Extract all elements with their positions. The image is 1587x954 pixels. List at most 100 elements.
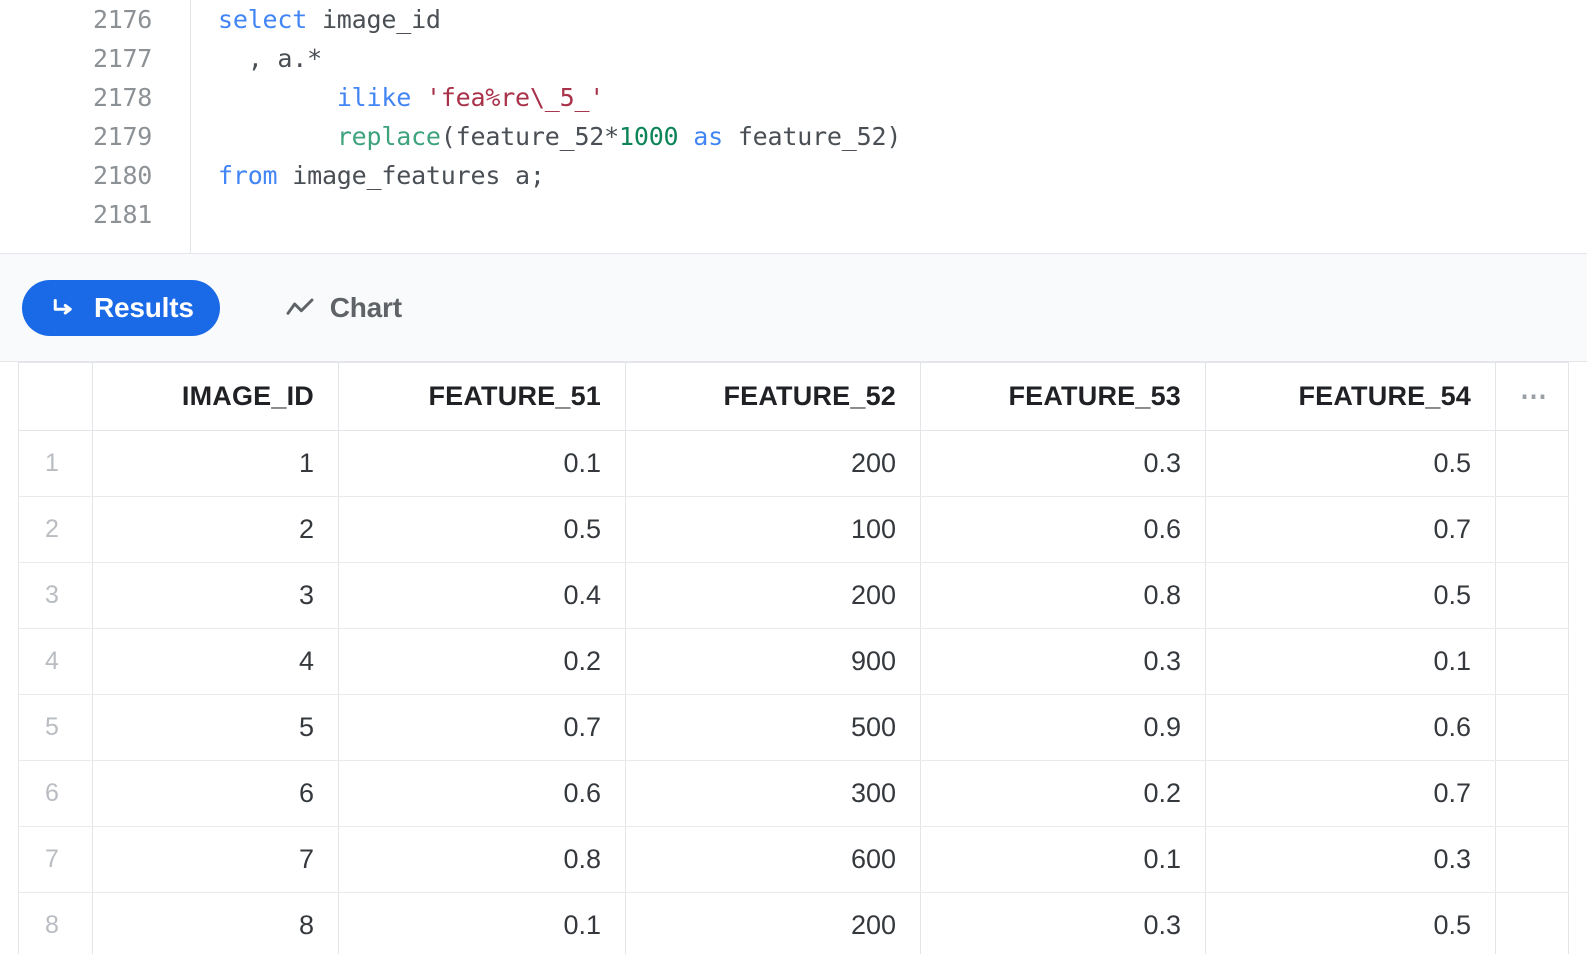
row-number-cell: 7	[18, 826, 93, 893]
code-line[interactable]: , a.*	[192, 39, 1587, 78]
cell-image_id[interactable]: 6	[92, 760, 339, 827]
cell-image_id[interactable]: 1	[92, 430, 339, 497]
column-header-feature_54[interactable]: FEATURE_54	[1205, 362, 1496, 431]
cell-image_id[interactable]: 8	[92, 892, 339, 954]
code-line[interactable]: from image_features a;	[192, 156, 1587, 195]
code-line[interactable]: ilike 'fea%re\_5_'	[192, 78, 1587, 117]
table-row[interactable]: 1 1 0.1 200 0.3 0.5	[18, 430, 1569, 497]
cell-feature_53[interactable]: 0.3	[920, 628, 1206, 695]
cell-image_id[interactable]: 2	[92, 496, 339, 563]
cell-image_id[interactable]: 7	[92, 826, 339, 893]
cell-feature_54[interactable]: 0.7	[1205, 496, 1496, 563]
cell-feature_52[interactable]: 200	[625, 562, 921, 629]
table-row[interactable]: 4 4 0.2 900 0.3 0.1	[18, 628, 1569, 695]
results-tabbar: Results Chart	[0, 253, 1587, 362]
tab-results-label: Results	[94, 291, 194, 323]
line-number: 2180	[92, 161, 152, 190]
row-number-cell: 8	[18, 892, 93, 954]
results-table: IMAGE_ID FEATURE_51 FEATURE_52 FEATURE_53 FE…	[18, 362, 1569, 954]
table-row[interactable]: 6 6 0.6 300 0.2 0.7	[18, 760, 1569, 827]
row-number-cell: 6	[18, 760, 93, 827]
cell-feature_51[interactable]: 0.6	[338, 760, 626, 827]
code-line[interactable]	[192, 195, 1587, 234]
cell-image_id[interactable]: 4	[92, 628, 339, 695]
code-token-kw: as	[693, 122, 723, 151]
cell-feature_54[interactable]: 0.7	[1205, 760, 1496, 827]
cell-feature_53[interactable]: 0.8	[920, 562, 1206, 629]
cell-feature_54[interactable]: 0.5	[1205, 562, 1496, 629]
results-table-container[interactable]: IMAGE_ID FEATURE_51 FEATURE_52 FEATURE_53 FE…	[0, 362, 1587, 954]
column-header-image_id[interactable]: IMAGE_ID	[92, 362, 339, 431]
editor-line-number-gutter: 2176 2177 2178 2179 2180 2181	[0, 0, 191, 253]
code-token-kw: select	[218, 5, 308, 34]
results-table-head: IMAGE_ID FEATURE_51 FEATURE_52 FEATURE_53 FE…	[18, 362, 1569, 431]
editor-code-area[interactable]: select image_id , a.* ilike 'fea%re\_5_'…	[192, 0, 1587, 253]
sql-code-editor[interactable]: 2176 2177 2178 2179 2180 2181 select image_id…	[0, 0, 1587, 253]
cell-feature_54[interactable]: 0.5	[1205, 430, 1496, 497]
results-table-body: 1 1 0.1 200 0.3 0.5 2 2 0.5 100 0.6 0.7 3 3 0.4 200 0.…	[18, 430, 1569, 954]
more-columns-cell	[1495, 496, 1569, 563]
cell-feature_54[interactable]: 0.6	[1205, 694, 1496, 761]
code-token-kw: from	[218, 161, 278, 190]
code-token-fn: replace	[336, 122, 441, 151]
more-columns-cell	[1495, 892, 1569, 954]
more-columns-cell	[1495, 760, 1569, 827]
cell-feature_52[interactable]: 600	[625, 826, 921, 893]
cell-feature_52[interactable]: 500	[625, 694, 921, 761]
cell-feature_52[interactable]: 200	[625, 892, 921, 954]
cell-feature_53[interactable]: 0.9	[920, 694, 1206, 761]
more-columns-cell	[1495, 562, 1569, 629]
cell-feature_54[interactable]: 0.3	[1205, 826, 1496, 893]
more-columns-cell	[1495, 694, 1569, 761]
table-row[interactable]: 2 2 0.5 100 0.6 0.7	[18, 496, 1569, 563]
cell-feature_53[interactable]: 0.3	[920, 430, 1206, 497]
code-line[interactable]: select image_id	[192, 0, 1587, 39]
cell-feature_53[interactable]: 0.3	[920, 892, 1206, 954]
cell-feature_52[interactable]: 100	[625, 496, 921, 563]
cell-feature_51[interactable]: 0.1	[338, 892, 626, 954]
line-number: 2176	[92, 5, 152, 34]
row-number-cell: 5	[18, 694, 93, 761]
line-chart-icon	[284, 292, 316, 324]
row-number-cell: 1	[18, 430, 93, 497]
cell-feature_51[interactable]: 0.8	[338, 826, 626, 893]
table-row[interactable]: 7 7 0.8 600 0.1 0.3	[18, 826, 1569, 893]
cell-feature_51[interactable]: 0.7	[338, 694, 626, 761]
cell-image_id[interactable]: 3	[92, 562, 339, 629]
cell-image_id[interactable]: 5	[92, 694, 339, 761]
cell-feature_51[interactable]: 0.1	[338, 430, 626, 497]
column-header-feature_52[interactable]: FEATURE_52	[625, 362, 921, 431]
code-token-plain: image_features a;	[277, 161, 545, 190]
cell-feature_53[interactable]: 0.6	[920, 496, 1206, 563]
line-number: 2179	[92, 122, 152, 151]
column-header-feature_53[interactable]: FEATURE_53	[920, 362, 1206, 431]
cell-feature_54[interactable]: 0.1	[1205, 628, 1496, 695]
code-token-plain: image_id	[307, 5, 441, 34]
table-row[interactable]: 5 5 0.7 500 0.9 0.6	[18, 694, 1569, 761]
table-header-row: IMAGE_ID FEATURE_51 FEATURE_52 FEATURE_53 FE…	[18, 362, 1569, 431]
line-number: 2177	[92, 44, 152, 73]
column-header-feature_51[interactable]: FEATURE_51	[338, 362, 626, 431]
cell-feature_54[interactable]: 0.5	[1205, 892, 1496, 954]
more-columns-cell	[1495, 430, 1569, 497]
table-row[interactable]: 3 3 0.4 200 0.8 0.5	[18, 562, 1569, 629]
cell-feature_52[interactable]: 900	[625, 628, 921, 695]
table-row[interactable]: 8 8 0.1 200 0.3 0.5	[18, 892, 1569, 954]
cell-feature_52[interactable]: 300	[625, 760, 921, 827]
cell-feature_53[interactable]: 0.1	[920, 826, 1206, 893]
cell-feature_53[interactable]: 0.2	[920, 760, 1206, 827]
ellipsis-icon: ⋯	[1520, 381, 1549, 411]
row-number-cell: 4	[18, 628, 93, 695]
more-columns-header[interactable]: ⋯	[1495, 362, 1569, 431]
cell-feature_51[interactable]: 0.5	[338, 496, 626, 563]
cell-feature_51[interactable]: 0.4	[338, 562, 626, 629]
code-token-plain: (feature_52*	[440, 122, 619, 151]
cell-feature_51[interactable]: 0.2	[338, 628, 626, 695]
tab-results[interactable]: Results	[22, 279, 220, 336]
code-line[interactable]: replace(feature_52*1000 as feature_52)	[192, 117, 1587, 156]
tab-chart[interactable]: Chart	[258, 280, 428, 336]
cell-feature_52[interactable]: 200	[625, 430, 921, 497]
